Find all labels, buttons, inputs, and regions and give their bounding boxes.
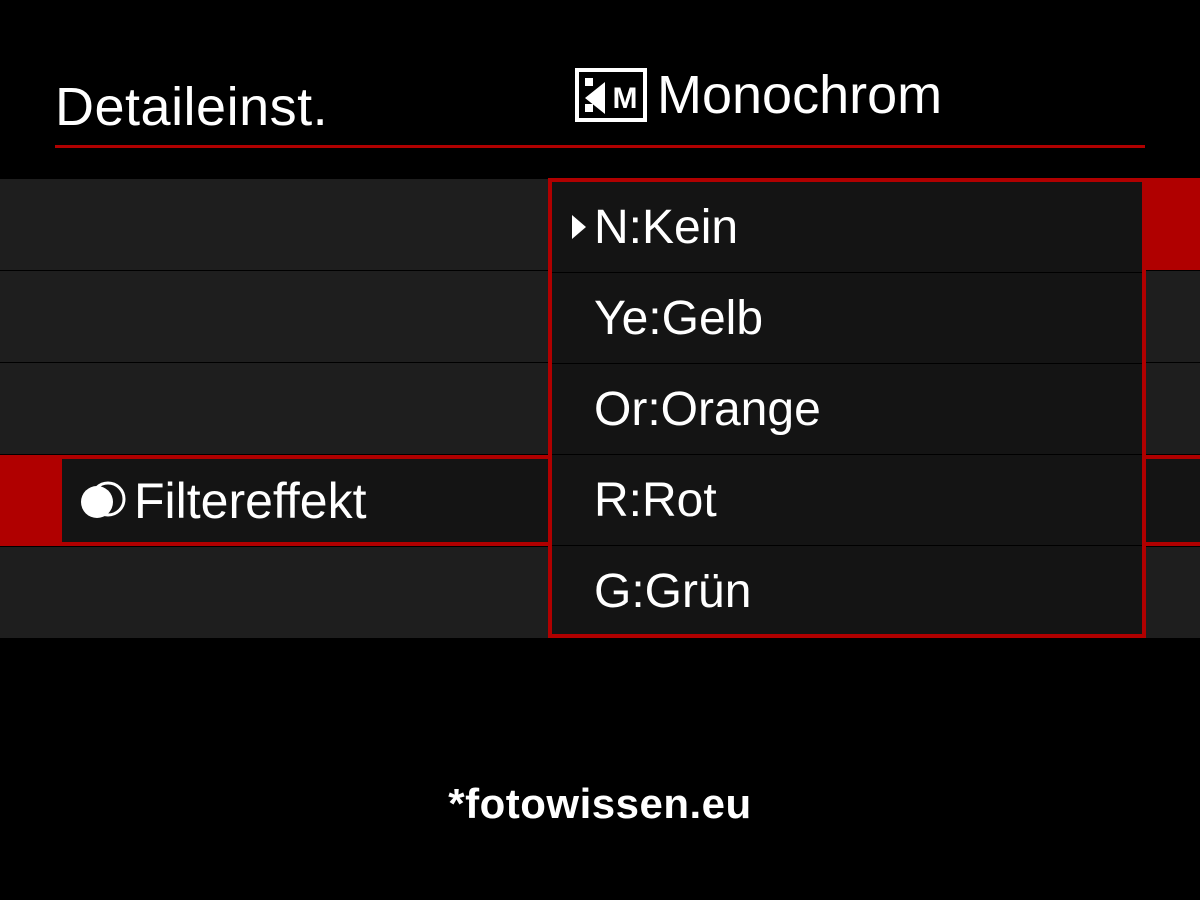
filter-option-none[interactable]: N:Kein xyxy=(552,182,1142,273)
filter-option-label: Or:Orange xyxy=(594,382,821,437)
pointer-icon xyxy=(572,215,594,239)
picture-style-mode-label: Monochrom xyxy=(657,64,942,126)
camera-menu-screen: Detaileinst. M Monochrom xyxy=(0,0,1200,900)
filter-options-panel: N:Kein Ye:Gelb Or:Orange R:Rot G:Grün xyxy=(548,178,1146,638)
filter-option-label: N:Kein xyxy=(594,200,738,255)
selection-accent-right xyxy=(1146,178,1200,270)
header-mode-group: M Monochrom xyxy=(575,64,942,126)
svg-text:M: M xyxy=(613,82,638,115)
header-bar: Detaileinst. M Monochrom xyxy=(55,68,1145,148)
selected-setting-label: Filtereffekt xyxy=(134,472,367,530)
watermark-text: *fotowissen.eu xyxy=(0,780,1200,828)
filter-option-red[interactable]: R:Rot xyxy=(552,455,1142,546)
filter-option-green[interactable]: G:Grün xyxy=(552,546,1142,637)
filter-option-orange[interactable]: Or:Orange xyxy=(552,364,1142,455)
filter-option-label: G:Grün xyxy=(594,564,751,619)
filter-option-label: Ye:Gelb xyxy=(594,291,763,346)
page-title: Detaileinst. xyxy=(55,76,328,138)
picture-style-monochrome-icon: M xyxy=(575,68,647,122)
filter-option-label: R:Rot xyxy=(594,473,717,528)
filter-effect-icon xyxy=(78,477,126,525)
selection-accent xyxy=(0,455,58,546)
filter-option-yellow[interactable]: Ye:Gelb xyxy=(552,273,1142,364)
